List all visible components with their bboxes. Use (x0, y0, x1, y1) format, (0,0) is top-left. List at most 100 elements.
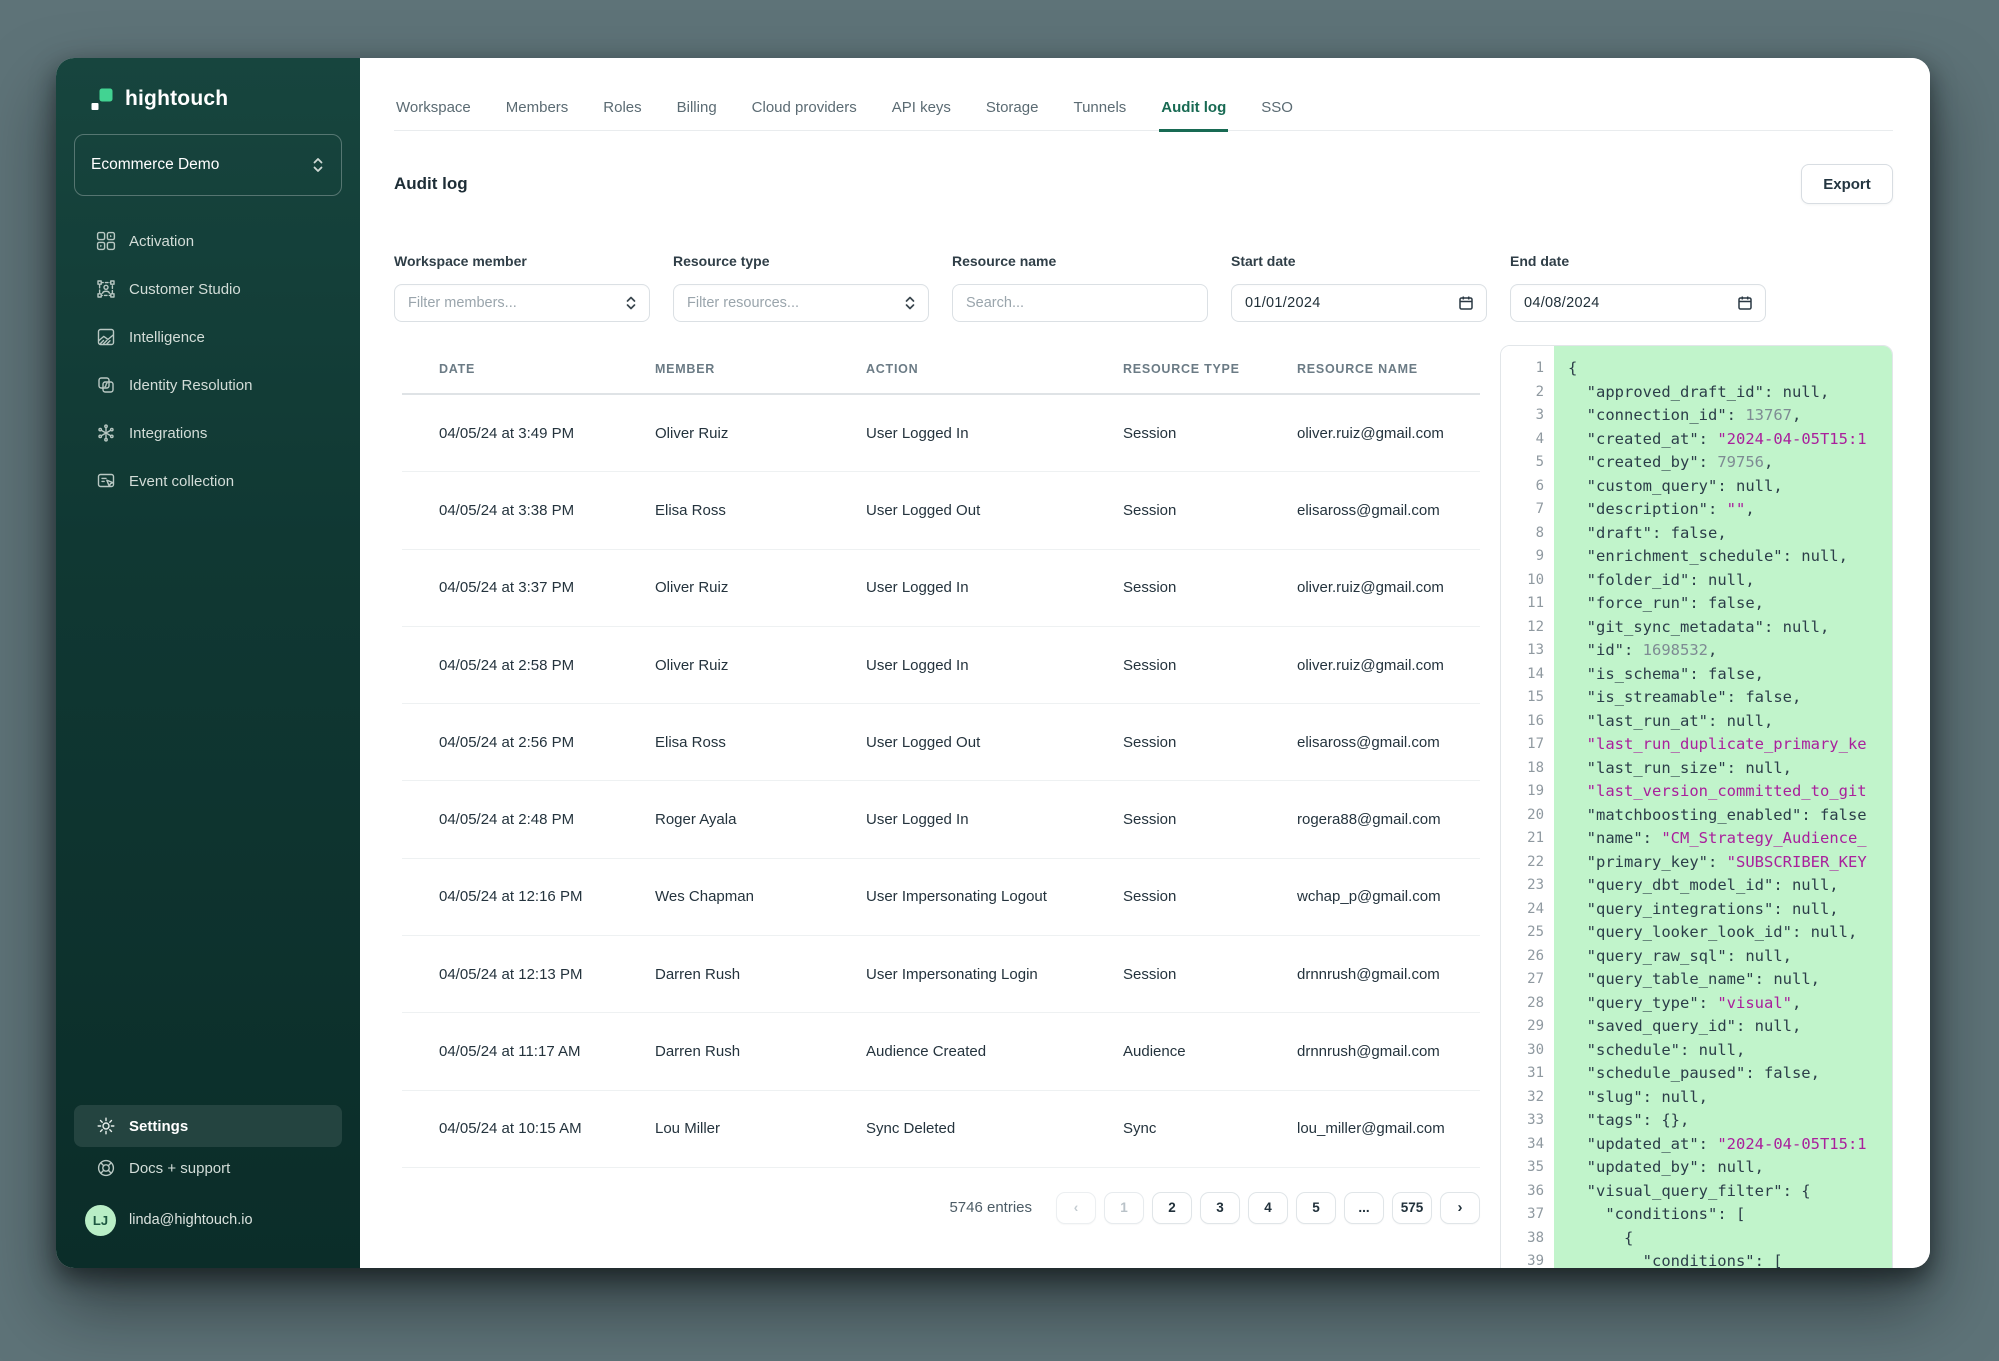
cell-member: Lou Miller (655, 1120, 866, 1137)
sidebar-item-label: Intelligence (129, 329, 205, 346)
cell-resource-name: oliver.ruiz@gmail.com (1297, 425, 1480, 442)
cell-action: User Logged In (866, 811, 1123, 828)
main-content: Workspace Members Roles Billing Cloud provid… (360, 58, 1930, 1268)
sidebar-footer: Settings Docs + support LJ linda@hightou… (74, 1105, 342, 1243)
table-row[interactable]: 04/05/24 at 12:16 PM Wes Chapman User Im… (402, 859, 1480, 936)
sidebar-item-customer-studio[interactable]: Customer Studio (74, 265, 342, 313)
filter-bar: Workspace member Filter members... Resou… (394, 253, 1893, 322)
table-row[interactable]: 04/05/24 at 2:56 PM Elisa Ross User Logg… (402, 704, 1480, 781)
chevron-updown-icon (904, 295, 916, 311)
cell-resource-name: oliver.ruiz@gmail.com (1297, 657, 1480, 674)
cell-date: 04/05/24 at 2:58 PM (439, 657, 655, 674)
settings-tabs: Workspace Members Roles Billing Cloud provid… (394, 58, 1893, 131)
cell-member: Oliver Ruiz (655, 579, 866, 596)
table-body: 04/05/24 at 3:49 PM Oliver Ruiz User Log… (402, 395, 1480, 1168)
table-row[interactable]: 04/05/24 at 11:17 AM Darren Rush Audienc… (402, 1013, 1480, 1090)
tab[interactable]: API keys (890, 99, 953, 130)
page-button[interactable]: 2 (1152, 1192, 1192, 1224)
cell-date: 04/05/24 at 2:48 PM (439, 811, 655, 828)
workspace-selector[interactable]: Ecommerce Demo (74, 134, 342, 196)
cell-date: 04/05/24 at 2:56 PM (439, 734, 655, 751)
cell-resource-type: Session (1123, 502, 1297, 519)
cell-member: Darren Rush (655, 966, 866, 983)
page-button[interactable]: › (1440, 1192, 1480, 1224)
cell-resource-type: Session (1123, 811, 1297, 828)
filter-label: Resource type (673, 253, 929, 269)
table-row[interactable]: 04/05/24 at 3:37 PM Oliver Ruiz User Log… (402, 550, 1480, 627)
sidebar-item-event-collection[interactable]: Event collection (74, 457, 342, 505)
cell-resource-name: drnnrush@gmail.com (1297, 1043, 1480, 1060)
sidebar-item-identity-resolution[interactable]: Identity Resolution (74, 361, 342, 409)
tab[interactable]: Workspace (394, 99, 473, 130)
cell-resource-name: rogera88@gmail.com (1297, 811, 1480, 828)
sidebar-item-settings[interactable]: Settings (74, 1105, 342, 1147)
column-header: ACTION (866, 362, 1123, 376)
table-row[interactable]: 04/05/24 at 10:15 AM Lou Miller Sync Del… (402, 1091, 1480, 1168)
app-window: hightouch Ecommerce Demo (56, 58, 1930, 1268)
resource-type-select[interactable]: Filter resources... (673, 284, 929, 322)
cell-resource-name: lou_miller@gmail.com (1297, 1120, 1480, 1137)
sidebar-nav: Activation Customer Studio (74, 217, 342, 505)
cell-member: Elisa Ross (655, 734, 866, 751)
tab[interactable]: Cloud providers (750, 99, 859, 130)
cell-resource-name: wchap_p@gmail.com (1297, 888, 1480, 905)
page-button[interactable]: ‹ (1056, 1192, 1096, 1224)
avatar: LJ (85, 1205, 116, 1236)
page-button[interactable]: 4 (1248, 1192, 1288, 1224)
column-header: RESOURCE TYPE (1123, 362, 1297, 376)
sidebar-item-integrations[interactable]: Integrations (74, 409, 342, 457)
resource-name-search-input[interactable] (952, 284, 1208, 322)
table-row[interactable]: 04/05/24 at 3:49 PM Oliver Ruiz User Log… (402, 395, 1480, 472)
cell-member: Oliver Ruiz (655, 425, 866, 442)
audit-detail-json-panel[interactable]: 1234567891011121314151617181920212223242… (1500, 345, 1893, 1268)
cell-action: User Logged In (866, 579, 1123, 596)
page-button[interactable]: 1 (1104, 1192, 1144, 1224)
tab[interactable]: Storage (984, 99, 1041, 130)
sidebar-user-account[interactable]: LJ linda@hightouch.io (74, 1197, 342, 1243)
select-placeholder: Filter resources... (687, 295, 799, 311)
page-button[interactable]: 3 (1200, 1192, 1240, 1224)
page-button[interactable]: ... (1344, 1192, 1384, 1224)
sidebar-item-intelligence[interactable]: Intelligence (74, 313, 342, 361)
table-row[interactable]: 04/05/24 at 3:38 PM Elisa Ross User Logg… (402, 472, 1480, 549)
identity-resolution-icon (96, 375, 116, 395)
date-value: 04/08/2024 (1524, 295, 1600, 311)
end-date-input[interactable]: 04/08/2024 (1510, 284, 1766, 322)
cell-resource-type: Session (1123, 425, 1297, 442)
sidebar-item-docs-support[interactable]: Docs + support (74, 1147, 342, 1189)
hightouch-logo: hightouch (74, 58, 342, 114)
activation-icon (96, 231, 116, 251)
filter-label: Resource name (952, 253, 1208, 269)
table-header: DATEMEMBERACTIONRESOURCE TYPERESOURCE NA… (402, 345, 1480, 395)
tab[interactable]: Audit log (1159, 99, 1228, 132)
table-row[interactable]: 04/05/24 at 12:13 PM Darren Rush User Im… (402, 936, 1480, 1013)
tab[interactable]: Roles (601, 99, 643, 130)
sidebar-item-activation[interactable]: Activation (74, 217, 342, 265)
filter-label: Start date (1231, 253, 1487, 269)
column-header: MEMBER (655, 362, 866, 376)
export-button[interactable]: Export (1801, 164, 1893, 204)
cell-member: Elisa Ross (655, 502, 866, 519)
filter-label: End date (1510, 253, 1766, 269)
tab[interactable]: Billing (675, 99, 719, 130)
cell-action: User Logged Out (866, 734, 1123, 751)
cell-date: 04/05/24 at 3:37 PM (439, 579, 655, 596)
workspace-member-select[interactable]: Filter members... (394, 284, 650, 322)
table-row[interactable]: 04/05/24 at 2:58 PM Oliver Ruiz User Log… (402, 627, 1480, 704)
page-button[interactable]: 575 (1392, 1192, 1432, 1224)
tab[interactable]: Tunnels (1071, 99, 1128, 130)
cell-action: User Logged In (866, 425, 1123, 442)
page-button[interactable]: 5 (1296, 1192, 1336, 1224)
column-header: DATE (439, 362, 655, 376)
tab[interactable]: SSO (1259, 99, 1295, 130)
pagination: 5746 entries ‹12345...575› (402, 1192, 1480, 1224)
filter-start-date: Start date 01/01/2024 (1231, 253, 1487, 322)
hightouch-logo-icon (90, 87, 114, 111)
logo-text: hightouch (125, 87, 228, 111)
tab[interactable]: Members (504, 99, 571, 130)
table-row[interactable]: 04/05/24 at 2:48 PM Roger Ayala User Log… (402, 781, 1480, 858)
cell-resource-name: oliver.ruiz@gmail.com (1297, 579, 1480, 596)
start-date-input[interactable]: 01/01/2024 (1231, 284, 1487, 322)
cell-resource-type: Session (1123, 734, 1297, 751)
code-lines: { "approved_draft_id": null, "connection… (1554, 346, 1892, 1268)
